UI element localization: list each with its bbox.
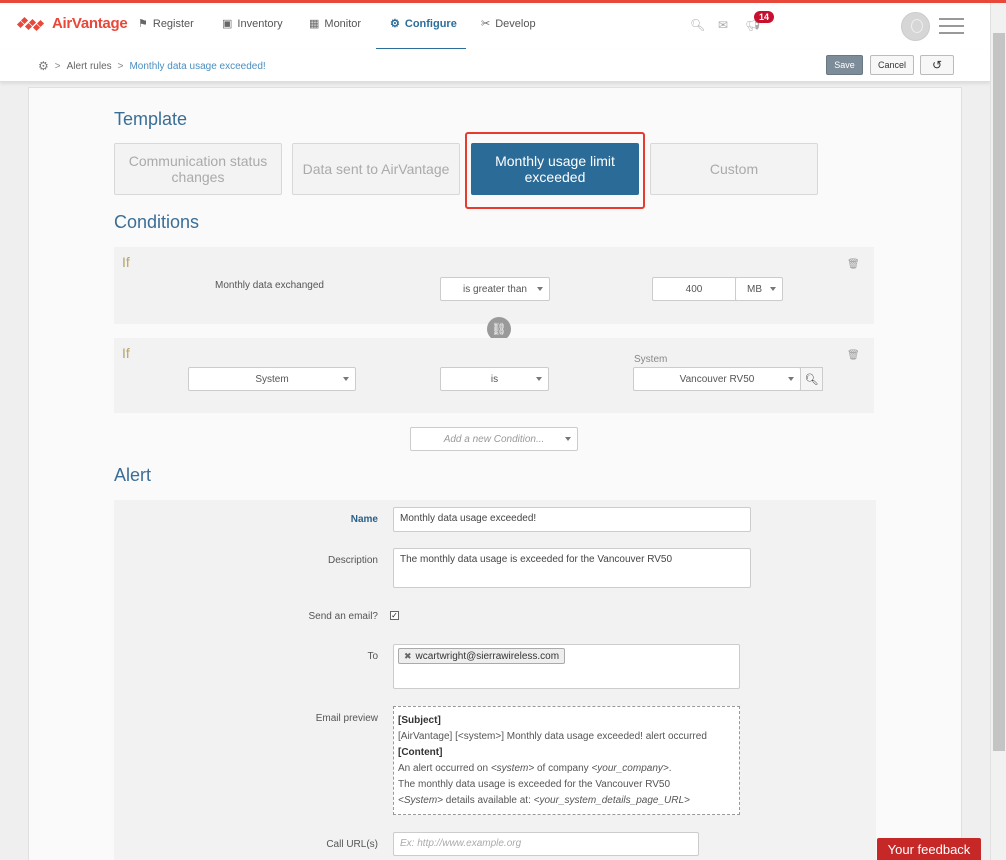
scrollbar[interactable] [990,3,1006,860]
breadcrumb: ⚙ > Alert rules > Monthly data usage exc… [38,59,266,73]
close-icon[interactable]: ✖ [404,651,412,662]
recipient-email: wcartwright@sierrawireless.com [415,650,560,662]
logo[interactable]: AirVantage [16,15,128,32]
nav-inventory[interactable]: ▣ Inventory [222,17,283,31]
conditions-heading: Conditions [114,212,200,232]
preview-subject-head: [Subject] [398,715,441,726]
if-label: If [122,254,130,270]
search-icon: 🔍︎ [804,373,819,386]
menu-icon[interactable] [939,18,964,39]
if-label: If [122,345,130,361]
nav-label: Register [152,17,194,30]
email-preview-label: Email preview [315,713,378,724]
recipient-tag[interactable]: ✖ wcartwright@sierrawireless.com [398,648,566,664]
flag-icon: ⚑ [138,18,148,30]
nav-label: Inventory [237,17,283,30]
gear-icon: ⚙ [390,18,400,30]
template-heading: Template [114,109,188,129]
nav-label: Develop [495,17,536,30]
nav-develop[interactable]: ✂ Develop [481,17,536,31]
breadcrumb-separator: > [117,60,124,72]
template-data-sent[interactable]: Data sent to AirVantage [292,143,460,195]
chevron-down-icon [565,437,571,441]
nav-label: Monitor [324,17,362,30]
undo-button[interactable]: ↺ [920,55,954,75]
breadcrumb-alert-rules[interactable]: Alert rules [67,61,112,72]
feedback-button[interactable]: Your feedback [877,838,981,860]
nav-register[interactable]: ⚑ Register [138,17,194,31]
name-label: Name [350,514,378,525]
save-button[interactable]: Save [826,55,863,75]
tools-icon: ✂ [481,18,491,30]
chevron-down-icon [537,287,543,291]
breadcrumb-current: Monthly data usage exceeded! [129,60,266,72]
operator-select[interactable]: is greater than [440,277,550,301]
preview-line-2: The monthly data usage is exceeded for t… [398,779,671,790]
brand-name: AirVantage [52,15,128,32]
field-value: System [255,373,289,385]
chevron-down-icon [343,377,349,381]
add-condition-select[interactable]: Add a new Condition... [410,427,578,451]
cancel-button[interactable]: Cancel [870,55,914,75]
system-value: Vancouver RV50 [679,373,755,385]
operator-select[interactable]: is [440,367,549,391]
nav-configure[interactable]: ⚙ Configure [390,17,457,31]
preview-subject-text: [AirVantage] [<system>] Monthly data usa… [398,731,707,742]
to-label: To [367,651,378,662]
template-custom[interactable]: Custom [650,143,818,195]
system-select[interactable]: Vancouver RV50 [633,367,801,391]
send-email-checkbox[interactable]: ✓ [390,611,399,620]
search-button[interactable]: 🔍︎ [800,367,823,391]
dashboard-icon: ▦ [309,18,320,30]
condition-field: Monthly data exchanged [215,280,324,291]
selection-highlight [465,132,645,209]
avatar[interactable] [901,12,930,41]
alert-heading: Alert [114,465,152,485]
notification-badge: 14 [754,11,775,23]
preview-line-3: <System> details available at: <your_sys… [398,795,690,806]
gear-icon[interactable]: ⚙ [38,59,49,73]
box-icon: ▣ [222,18,233,30]
operator-value: is [490,373,499,385]
field-select[interactable]: System [188,367,356,391]
description-label: Description [327,555,378,566]
name-field[interactable]: Monthly data usage exceeded! [393,507,751,532]
template-communication-status[interactable]: Communication status changes [114,143,282,195]
trash-icon[interactable]: 🗑︎ [847,259,860,270]
chevron-down-icon [770,287,776,291]
send-email-label: Send an email? [308,611,379,622]
operator-value: is greater than [463,283,527,295]
call-url-label: Call URL(s) [326,839,378,850]
airvantage-logo-icon [16,16,46,32]
scrollbar-thumb[interactable] [993,33,1005,751]
preview-line-1: An alert occurred on <system> of company… [398,763,672,774]
value-input[interactable]: 400 [652,277,736,301]
call-url-field[interactable]: Ex: http://www.example.org [393,832,699,856]
unit-select[interactable]: MB [735,277,783,301]
description-field[interactable]: The monthly data usage is exceeded for t… [393,548,751,588]
breadcrumb-bar: ⚙ > Alert rules > Monthly data usage exc… [0,49,990,82]
email-preview: [Subject] [AirVantage] [<system>] Monthl… [393,706,740,815]
nav-label: Configure [404,17,457,30]
preview-content-head: [Content] [398,747,443,758]
nav-monitor[interactable]: ▦ Monitor [309,17,362,31]
chevron-down-icon [536,377,542,381]
breadcrumb-separator: > [54,60,61,72]
trash-icon[interactable]: 🗑︎ [847,350,860,361]
search-icon[interactable]: 🔍︎ [690,18,705,32]
system-label: System [634,354,668,365]
chevron-down-icon [788,377,794,381]
add-condition-placeholder: Add a new Condition... [443,433,545,445]
navbar: AirVantage ⚑ Register ▣ Inventory ▦ Moni… [0,3,990,50]
unit-value: MB [747,283,762,295]
mail-icon[interactable]: ✉ [718,18,728,32]
